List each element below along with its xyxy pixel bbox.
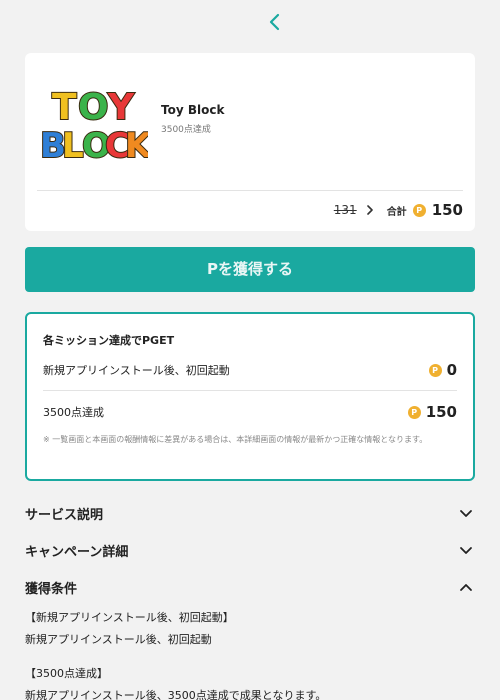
condition-heading: 【3500点達成】 [25,667,108,680]
chevron-up-icon [457,578,475,596]
mission-reward: P 0 [428,361,457,379]
app-subtitle: 3500点達成 [161,125,211,135]
mission-row: 新規アプリインストール後、初回起動 P 0 [43,359,457,381]
chevron-right-icon [366,205,374,215]
back-button[interactable] [262,10,288,38]
mission-heading: 各ミッション達成でPGET [43,334,175,347]
svg-text:Y: Y [107,87,135,128]
old-points: 131 [333,203,357,217]
section-service-description[interactable]: サービス説明 [25,501,475,525]
svg-text:K: K [125,126,148,163]
section-acquisition-conditions[interactable]: 獲得条件 [25,575,475,599]
svg-text:O: O [78,87,109,128]
app-logo[interactable]: T O Y B L O C K [38,81,154,167]
section-title: 獲得条件 [25,581,78,597]
mission-label: 新規アプリインストール後、初回起動 [43,364,230,377]
point-coin-icon: P [412,203,426,217]
chevron-left-icon [268,13,282,35]
svg-text:L: L [62,126,84,163]
point-coin-icon: P [407,405,421,419]
mission-label: 3500点達成 [43,406,104,419]
divider [43,390,457,391]
section-title: サービス説明 [25,507,104,523]
get-points-button[interactable]: Pを獲得する [25,247,475,292]
chevron-down-icon [457,541,475,559]
condition-text: 新規アプリインストール後、初回起動 [25,633,212,646]
section-title: キャンペーン詳細 [25,544,129,560]
mission-box: 各ミッション達成でPGET 新規アプリインストール後、初回起動 P 0 3500… [25,312,475,481]
mission-points: 0 [446,361,457,379]
svg-text:T: T [52,87,77,128]
condition-heading: 【新規アプリインストール後、初回起動】 [25,611,234,624]
section-campaign-details[interactable]: キャンペーン詳細 [25,538,475,562]
app-title: Toy Block [161,103,225,117]
point-coin-icon: P [428,363,442,377]
app-card: T O Y B L O C K Toy Block 3500点達成 131 合計… [25,53,475,231]
points-summary: 131 合計 P 150 [334,199,463,221]
condition-text: 新規アプリインストール後、3500点達成で成果となります。 [25,689,327,700]
mission-reward: P 150 [407,403,457,421]
divider [37,190,463,191]
mission-note: ※ 一覧画面と本画面の報酬情報に差異がある場合は、本詳細画面の情報が最新かつ正確… [43,435,428,444]
mission-row: 3500点達成 P 150 [43,401,457,423]
chevron-down-icon [457,504,475,522]
total-points: 150 [431,201,463,219]
mission-points: 150 [425,403,457,421]
total-label: 合計 [386,206,407,218]
